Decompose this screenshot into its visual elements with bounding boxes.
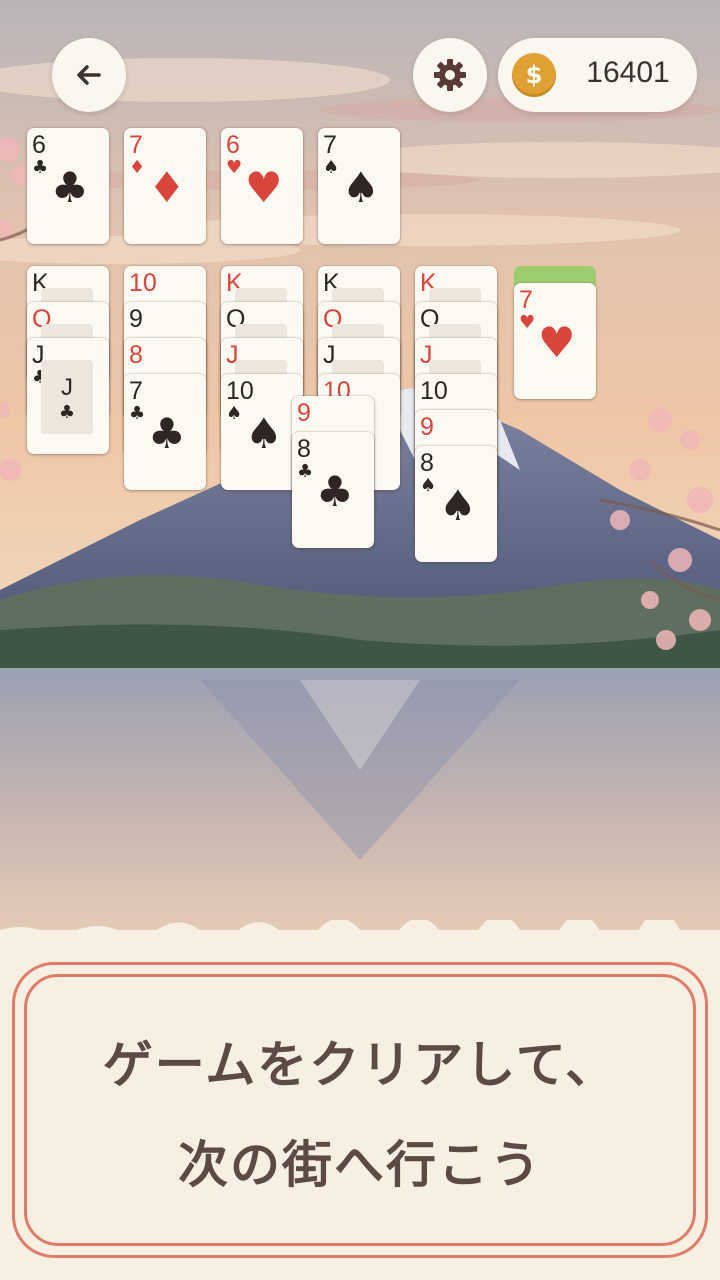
- card-center-suit-icon: ♦: [148, 163, 186, 212]
- playing-card[interactable]: 7 ♦ ♦: [124, 128, 206, 244]
- card-center-suit-icon: ♣: [148, 409, 186, 458]
- playing-card[interactable]: 10 ♠ ♠: [221, 374, 303, 490]
- card-rank: 9: [420, 413, 434, 441]
- card-rank: 10: [129, 269, 157, 297]
- card-suit-icon: ♠: [420, 475, 437, 496]
- playing-card[interactable]: 6 ♥ ♥: [221, 128, 303, 244]
- coin-value: 16401: [586, 56, 670, 89]
- playing-card[interactable]: J♣J♣: [27, 338, 109, 454]
- card-suit-icon: ♣: [32, 157, 49, 178]
- card-suit-icon: ♦: [129, 157, 146, 178]
- card-rank: 7: [129, 377, 143, 405]
- card-suit-icon: ♣: [129, 403, 146, 424]
- card-suit-icon: ♣: [297, 461, 314, 482]
- card-suit-icon: ♠: [323, 157, 340, 178]
- card-suit-icon: ♥: [226, 157, 243, 178]
- playing-card[interactable]: 7 ♣ ♣: [124, 374, 206, 490]
- settings-button[interactable]: [413, 38, 487, 112]
- banner-frame-inner: [24, 974, 696, 1246]
- card-center-suit-icon: ♥: [245, 163, 283, 212]
- card-center-suit-icon: ♠: [342, 163, 380, 212]
- card-rank: 10: [226, 377, 254, 405]
- card-center-suit-icon: ♣: [51, 163, 89, 212]
- back-button[interactable]: [52, 38, 126, 112]
- card-center-suit-icon: ♥: [538, 318, 576, 367]
- card-rank: 7: [129, 131, 143, 159]
- playing-card[interactable]: 8 ♣ ♣: [292, 432, 374, 548]
- card-rank: 8: [420, 449, 434, 477]
- coin-icon: $: [512, 53, 556, 97]
- card-suit-icon: ♠: [226, 403, 243, 424]
- banner-text-line-2: 次の街へ行こう: [178, 1136, 542, 1194]
- card-center-suit-icon: ♣: [316, 467, 354, 516]
- card-rank: 7: [323, 131, 337, 159]
- torn-paper-edge: [0, 920, 720, 940]
- card-rank: 9: [129, 305, 143, 333]
- coin-counter: $ 16401: [498, 38, 697, 112]
- playing-card[interactable]: 7 ♠ ♠: [318, 128, 400, 244]
- playing-card[interactable]: 6 ♣ ♣: [27, 128, 109, 244]
- face-card-letter: J: [61, 374, 73, 401]
- card-rank: 8: [297, 435, 311, 463]
- card-rank: 9: [297, 399, 311, 427]
- card-rank: 6: [32, 131, 46, 159]
- card-center-suit-icon: ♠: [245, 409, 283, 458]
- card-center-suit-icon: ♠: [439, 481, 477, 530]
- card-rank: 7: [519, 286, 533, 314]
- promo-banner: ゲームをクリアして、 次の街へ行こう: [0, 920, 720, 1280]
- card-rank: 8: [129, 341, 143, 369]
- face-card-art: J ♣: [41, 360, 93, 434]
- playing-card[interactable]: 8 ♠ ♠: [415, 446, 497, 562]
- card-suit-icon: ♥: [519, 312, 536, 333]
- playing-card[interactable]: 7 ♥ ♥: [514, 283, 596, 399]
- face-card-suit-icon: ♣: [58, 402, 76, 423]
- card-rank: 6: [226, 131, 240, 159]
- card-rank: 10: [420, 377, 448, 405]
- gear-icon: [434, 59, 466, 91]
- arrow-left-icon: [77, 65, 101, 85]
- banner-text-line-1: ゲームをクリアして、: [102, 1036, 618, 1094]
